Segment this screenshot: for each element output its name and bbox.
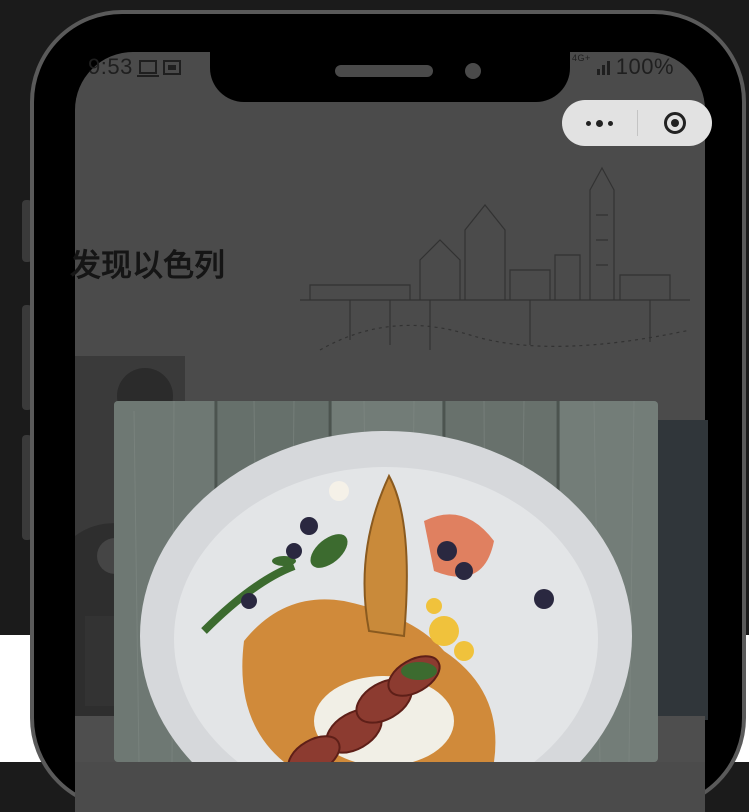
gallery-icon (162, 59, 181, 75)
target-close-icon (663, 112, 686, 134)
miniprogram-capsule (562, 100, 712, 146)
signal-icon (596, 59, 610, 75)
phone-speaker (335, 65, 433, 77)
city-sketch-illustration (300, 166, 691, 351)
laptop-icon (136, 60, 159, 77)
battery-percent: 100% (615, 54, 675, 79)
banner-image-right[interactable] (650, 420, 708, 720)
dish-photo (114, 401, 658, 762)
status-time: 9:53 (88, 54, 133, 79)
phone-camera (465, 63, 481, 79)
dish-photo-popup[interactable] (114, 401, 658, 762)
page-title: 发现以色列 (70, 248, 225, 283)
more-dots-icon[interactable] (562, 119, 637, 127)
status-bar-right: 4G+ 100% (572, 54, 674, 80)
network-type: 4G+ (572, 53, 591, 63)
status-bar-left: 9:53 (88, 54, 181, 80)
capsule-close-button[interactable] (638, 112, 713, 134)
